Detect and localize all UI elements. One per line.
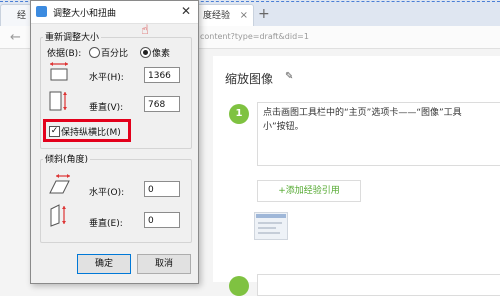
resize-group-label: 重新调整大小 [43,30,102,43]
cancel-button[interactable]: 取消 [137,254,191,274]
paint-app-icon [36,6,47,17]
radio-selected-dot [143,50,148,55]
skew-group-label: 倾斜(角度) [43,152,91,165]
vertical-label: 垂直(V): [89,103,124,113]
url-text[interactable]: content?type=draft&did=1 [200,32,309,41]
skew-vertical-label: 垂直(E): [89,219,123,229]
percent-radio[interactable] [89,47,100,58]
tab-active[interactable]: 度经验 × [196,4,254,27]
step-text-line-1: 点击画图工具栏中的“主页”选项卡——“图像”工具 [263,108,462,118]
ok-button[interactable]: 确定 [77,254,131,274]
horizontal-input[interactable]: 1366 [144,67,180,83]
skew-horizontal-input[interactable]: 0 [144,181,180,197]
skew-horizontal-label: 水平(O): [89,188,125,198]
tab-label: 经 [17,11,27,21]
article-title[interactable]: 缩放图像 [225,70,273,87]
thumbnail-row [258,232,280,234]
horizontal-label: 水平(H): [89,73,124,83]
horizontal-resize-icon [48,60,70,82]
basis-label: 依据(B): [47,49,82,59]
step-image-thumbnail[interactable] [254,212,288,240]
new-tab-button[interactable]: + [258,6,270,22]
thumbnail-toolbar [256,214,286,218]
vertical-skew-icon [48,203,70,227]
pixel-label: 像素 [152,49,171,59]
pencil-icon[interactable]: ✎ [285,71,293,82]
vertical-input[interactable]: 768 [144,96,180,112]
dialog-title: 调整大小和扭曲 [53,9,117,19]
close-icon[interactable]: ✕ [181,4,191,18]
tab-background[interactable]: 经 [0,4,32,27]
skew-vertical-input[interactable]: 0 [144,212,180,228]
resize-skew-dialog: 调整大小和扭曲 ✕ 重新调整大小 依据(B): 百分比 像素 水平(H): 13… [30,0,199,284]
tab-close-icon[interactable]: × [240,5,248,27]
thumbnail-row [258,227,276,229]
step-text: 点击画图工具栏中的“主页”选项卡——“图像”工具 小”按钮。 [263,106,500,134]
step-text-line-2: 小”按钮。 [263,122,304,132]
back-arrow-icon[interactable]: ← [10,30,21,45]
article-card [213,56,500,282]
pixel-radio[interactable] [140,47,151,58]
step-number-badge: 1 [229,104,249,124]
step-number-badge-2 [229,276,249,296]
dialog-titlebar[interactable]: 调整大小和扭曲 ✕ [31,1,198,24]
step-text-box-2[interactable] [257,274,500,296]
tab-active-label: 度经验 [203,11,231,21]
percent-label: 百分比 [101,49,129,59]
hand-pointer-icon: ☝ [141,23,149,38]
vertical-resize-icon [48,89,70,113]
skew-group [40,159,192,243]
horizontal-skew-icon [48,173,72,195]
thumbnail-row [258,222,282,224]
red-highlight-box [43,119,131,142]
add-reference-button[interactable]: +添加经验引用 [257,180,361,202]
